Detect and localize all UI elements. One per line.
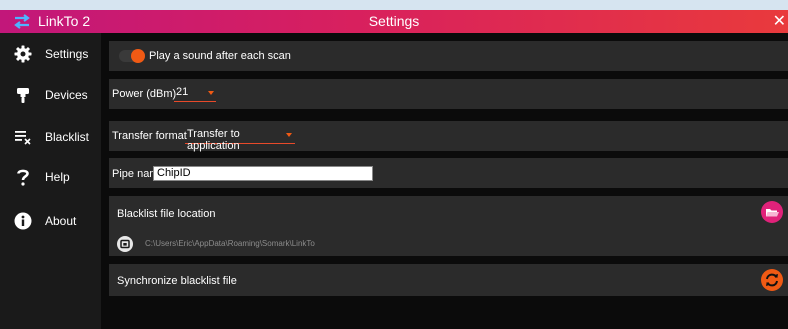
sidebar-item-help[interactable]: Help xyxy=(0,160,101,194)
sync-blacklist-row: Synchronize blacklist file xyxy=(109,264,788,296)
sync-icon xyxy=(766,273,778,287)
blacklist-location-label: Blacklist file location xyxy=(117,208,216,220)
sidebar-item-label: About xyxy=(45,214,77,228)
blacklist-location-row: Blacklist file location C:\Users\Eric\Ap… xyxy=(109,196,788,256)
sidebar-item-label: Help xyxy=(45,170,70,184)
sidebar-item-label: Devices xyxy=(45,88,88,102)
pipe-name-input[interactable]: ChipID xyxy=(153,166,373,181)
chevron-down-icon xyxy=(208,91,214,95)
power-value: 21 xyxy=(176,86,189,98)
browse-location-button[interactable] xyxy=(117,236,133,252)
close-button[interactable]: ✕ xyxy=(773,11,786,31)
toggle-knob xyxy=(131,49,145,63)
gear-icon xyxy=(14,45,32,63)
rfid-reader-icon xyxy=(17,88,29,103)
folder-link-icon xyxy=(120,239,130,249)
transfer-format-row: Transfer format Transfer to application xyxy=(109,121,788,152)
transfer-format-value: Transfer to application xyxy=(187,128,240,152)
title-bar[interactable]: LinkTo 2 Settings ✕ xyxy=(0,10,788,33)
chevron-down-icon xyxy=(286,133,292,137)
sidebar-item-devices[interactable]: Devices xyxy=(0,78,101,112)
power-row: Power (dBm) 21 xyxy=(109,79,788,109)
play-sound-label: Play a sound after each scan xyxy=(149,50,291,62)
power-select[interactable]: 21 xyxy=(174,85,216,102)
folder-open-icon xyxy=(766,209,779,217)
transfer-format-select[interactable]: Transfer to application xyxy=(185,127,295,152)
sync-button[interactable] xyxy=(761,269,783,291)
sidebar-item-label: Blacklist xyxy=(45,130,90,144)
app-window: LinkTo 2 Settings ✕ Settings Devices Bla… xyxy=(0,10,788,329)
window-title: Settings xyxy=(368,13,420,29)
sidebar-item-blacklist[interactable]: Blacklist xyxy=(0,120,101,154)
transfer-format-label: Transfer format xyxy=(112,130,187,142)
pipe-name-row: Pipe name ChipID xyxy=(109,158,788,188)
open-folder-button[interactable] xyxy=(761,201,783,223)
sidebar-item-label: Settings xyxy=(45,47,89,61)
sidebar-item-settings[interactable]: Settings xyxy=(0,37,101,71)
blacklist-path: C:\Users\Eric\AppData\Roaming\Somark\Lin… xyxy=(145,239,315,248)
play-sound-row: Play a sound after each scan xyxy=(109,41,788,71)
question-mark-icon xyxy=(17,169,29,186)
info-icon xyxy=(14,212,32,230)
play-sound-toggle[interactable] xyxy=(119,49,145,63)
power-label: Power (dBm) xyxy=(112,88,177,100)
sidebar-item-about[interactable]: About xyxy=(0,204,101,238)
blacklist-icon xyxy=(15,131,31,145)
sync-blacklist-label: Synchronize blacklist file xyxy=(117,275,237,287)
sidebar: Settings Devices Blacklist Help About xyxy=(0,33,101,329)
